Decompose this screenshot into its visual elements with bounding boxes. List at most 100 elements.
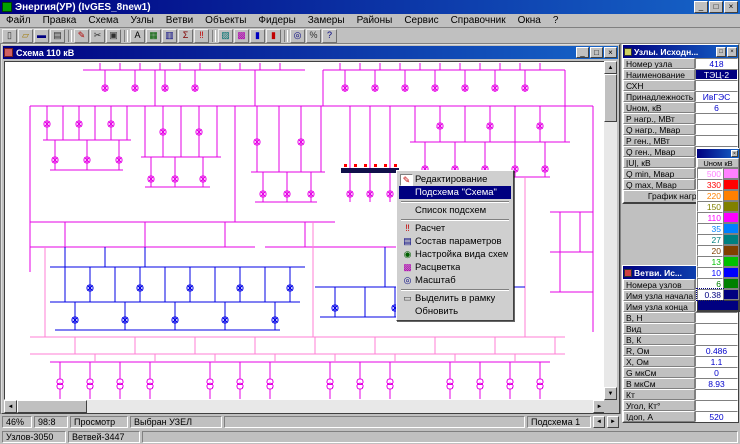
legend-row[interactable]: 110 (697, 212, 739, 223)
app-maximize-button[interactable]: □ (709, 1, 723, 13)
vertical-scroll-thumb[interactable] (604, 74, 617, 122)
menu-bar-item[interactable]: ? (547, 14, 565, 27)
toolbar-separator[interactable] (284, 30, 288, 42)
app-close-button[interactable]: × (724, 1, 738, 13)
help-button[interactable]: ? (322, 29, 337, 43)
schema-minimize-button[interactable]: _ (576, 47, 589, 58)
menu-bar-item[interactable]: Схема (82, 14, 124, 27)
context-item-coloring[interactable]: ▩ Расцветка (399, 261, 511, 274)
param-value[interactable]: ИвГЭС (695, 91, 738, 102)
context-item-subschema[interactable]: Подсхема "Схема" (399, 186, 511, 199)
param-value[interactable] (695, 400, 738, 411)
schema-maximize-button[interactable]: □ (590, 47, 603, 58)
context-item-subschema-list[interactable]: Список подсхем (399, 204, 511, 217)
menu-bar-item[interactable]: Замеры (302, 14, 351, 27)
status-scroll-left-button[interactable]: ◄ (593, 416, 605, 428)
nodes-panel-titlebar[interactable]: Узлы. Исходн... □ × (623, 45, 738, 58)
context-item-frame-select[interactable]: ▭ Выделить в рамку (399, 292, 511, 305)
toolbar-separator[interactable] (212, 30, 216, 42)
nodes-panel-maximize-button[interactable]: □ (716, 47, 726, 57)
param-value[interactable]: 0.486 (695, 345, 738, 356)
param-value[interactable] (695, 80, 738, 91)
legend-row[interactable]: 27 (697, 234, 739, 245)
horizontal-scroll-thumb[interactable] (17, 400, 87, 413)
param-value[interactable] (695, 113, 738, 124)
open-button[interactable]: ▱ (18, 29, 33, 43)
vertical-scroll-track[interactable] (604, 122, 617, 387)
param-value[interactable]: 8.93 (695, 378, 738, 389)
legend-row[interactable]: 150 (697, 201, 739, 212)
scroll-left-button[interactable]: ◄ (4, 400, 17, 413)
context-item-view-setup[interactable]: ◉ Настройка вида схемы (399, 248, 511, 261)
param-value[interactable] (695, 135, 738, 146)
param-value[interactable]: 418 (695, 58, 738, 69)
save-button[interactable]: ▬ (34, 29, 49, 43)
new-button[interactable]: ▯ (2, 29, 17, 43)
palette-button[interactable]: ▩ (234, 29, 249, 43)
param-value[interactable]: 0 (695, 367, 738, 378)
menu-bar-item[interactable]: Объекты (199, 14, 252, 27)
menu-bar-item[interactable]: Районы (351, 14, 399, 27)
param-value[interactable]: ТЭЦ-2 (695, 69, 738, 80)
calc-button[interactable]: Σ (178, 29, 193, 43)
status-scroll-right-button[interactable]: ► (607, 416, 619, 428)
flag-blue-button[interactable]: ▮ (250, 29, 265, 43)
param-value[interactable] (695, 389, 738, 400)
context-item-edit[interactable]: ✎ Редактирование (399, 173, 511, 186)
legend-row[interactable]: 0.38 (697, 289, 739, 300)
scroll-down-button[interactable]: ▼ (604, 387, 617, 400)
menu-bar-item[interactable]: Узлы (124, 14, 159, 27)
horizontal-scrollbar[interactable]: ◄ ► (4, 400, 606, 413)
cut-button[interactable]: ✂ (90, 29, 105, 43)
context-item-calc[interactable]: ‼ Расчет (399, 222, 511, 235)
menu-bar-item[interactable]: Справочник (445, 14, 512, 27)
legend-row[interactable]: 500 (697, 168, 739, 179)
zoom-button[interactable]: ◎ (290, 29, 305, 43)
menu-bar-item[interactable]: Файл (0, 14, 37, 27)
param-value[interactable]: 520 (695, 411, 738, 422)
param-value[interactable] (695, 323, 738, 334)
map-button[interactable]: ▨ (218, 29, 233, 43)
scroll-up-button[interactable]: ▲ (604, 61, 617, 74)
schema-close-button[interactable]: × (604, 47, 617, 58)
horizontal-scroll-track[interactable] (87, 400, 593, 413)
legend-row[interactable]: 10 (697, 267, 739, 278)
copy-button[interactable]: ▣ (106, 29, 121, 43)
toolbar-separator[interactable] (68, 30, 72, 42)
context-item-params[interactable]: ▤ Состав параметров (399, 235, 511, 248)
legend-row[interactable]: 35 (697, 223, 739, 234)
context-item-scale[interactable]: ◎ Масштаб (399, 274, 511, 287)
percent-button[interactable]: % (306, 29, 321, 43)
legend-row[interactable]: 20 (697, 245, 739, 256)
menu-bar-item[interactable]: Фидеры (252, 14, 301, 27)
context-item-refresh[interactable]: Обновить (399, 305, 511, 318)
param-value[interactable]: 6 (695, 102, 738, 113)
font-button[interactable]: А (130, 29, 145, 43)
table-button[interactable]: ▦ (146, 29, 161, 43)
legend-row[interactable]: 13 (697, 256, 739, 267)
toolbar-separator[interactable] (124, 30, 128, 42)
legend-row[interactable]: 220 (697, 190, 739, 201)
legend-row[interactable]: 6 (697, 278, 739, 289)
legend-row[interactable]: 330 (697, 179, 739, 190)
menu-bar-item[interactable]: Правка (37, 14, 83, 27)
app-titlebar[interactable]: Энергия(УР) (IvGES_8new1) _ □ × (0, 0, 740, 14)
legend-close-button[interactable]: × (731, 150, 738, 157)
param-value[interactable]: 1.1 (695, 356, 738, 367)
print-button[interactable]: ▤ (50, 29, 65, 43)
flag-red-button[interactable]: ▮ (266, 29, 281, 43)
param-value[interactable] (695, 334, 738, 345)
params-button[interactable]: ▥ (162, 29, 177, 43)
param-value[interactable] (695, 124, 738, 135)
schematic-canvas[interactable]: ✎ Редактирование Подсхема "Схема" (4, 61, 606, 400)
menu-bar-item[interactable]: Окна (512, 14, 547, 27)
edit-button[interactable]: ✎ (74, 29, 89, 43)
app-minimize-button[interactable]: _ (694, 1, 708, 13)
menu-bar-item[interactable]: Сервис (398, 14, 444, 27)
schema-titlebar[interactable]: Схема 110 кВ _ □ × (3, 46, 618, 59)
alert-button[interactable]: ‼ (194, 29, 209, 43)
param-value[interactable] (695, 312, 738, 323)
legend-titlebar[interactable]: × (697, 149, 739, 158)
vertical-scrollbar[interactable]: ▲ ▼ (604, 61, 617, 400)
menu-bar-item[interactable]: Ветви (160, 14, 199, 27)
